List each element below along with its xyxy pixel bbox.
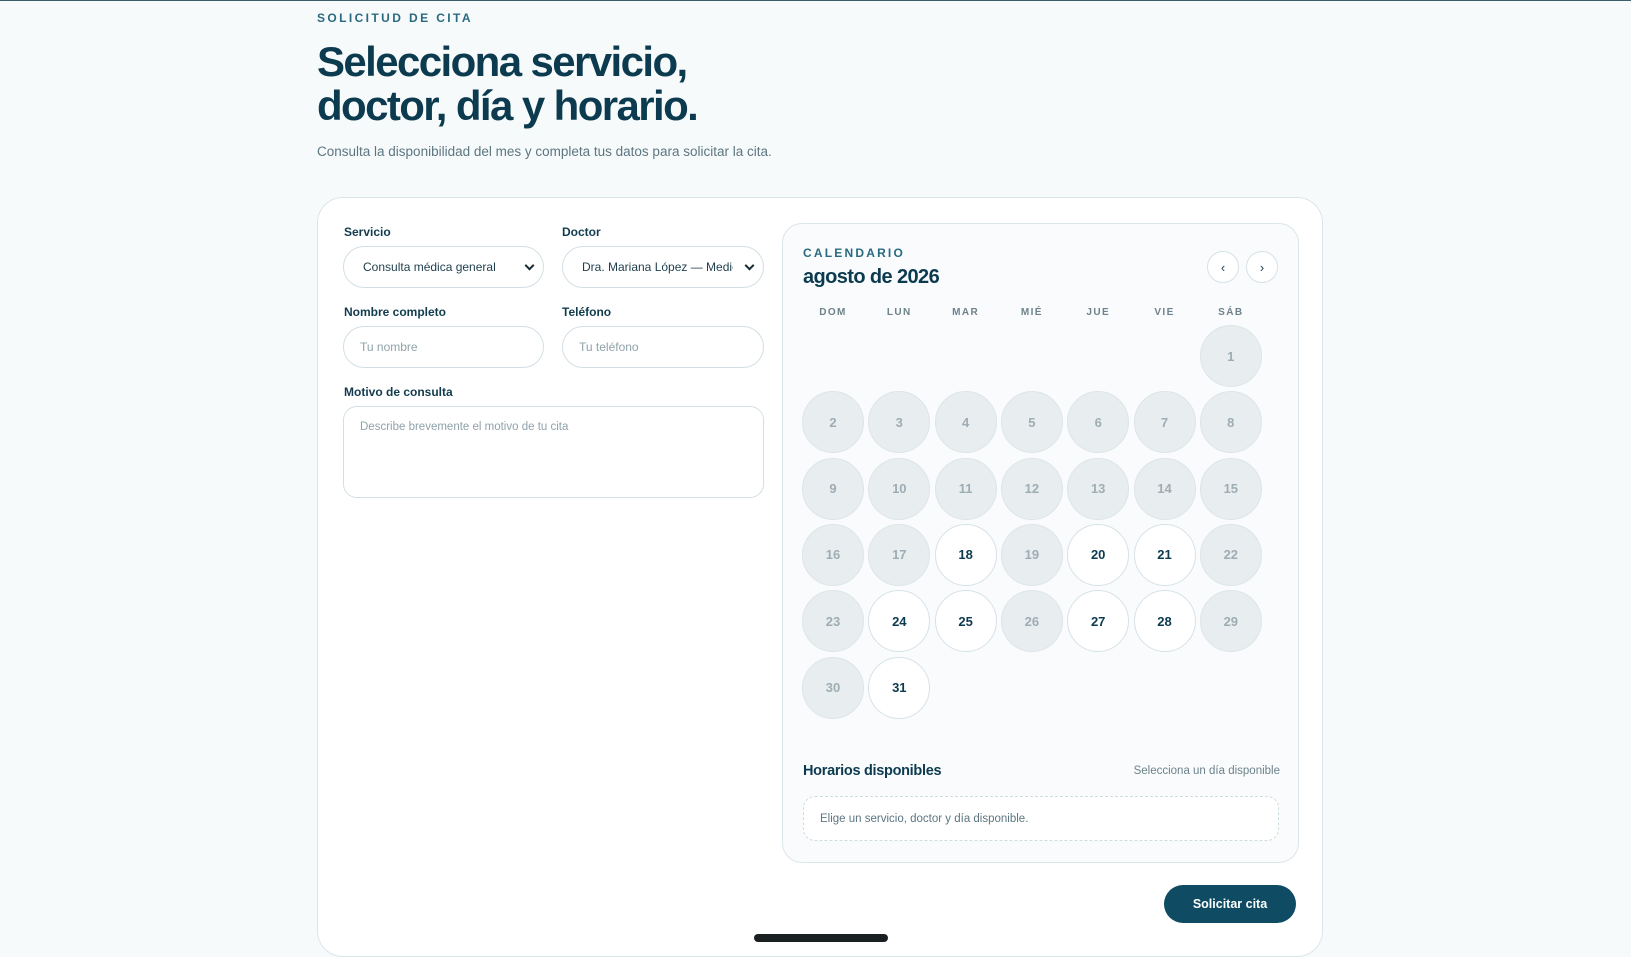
weekday-jue: JUE (1086, 307, 1111, 318)
calendar-day-unavailable: 6 (1067, 391, 1130, 454)
calendar-day-unavailable: 12 (1000, 457, 1063, 520)
chevron-down-icon (744, 260, 755, 271)
appointment-card: Servicio Consulta médica general Doctor … (317, 197, 1323, 957)
reason-textarea[interactable]: Describe brevemente el motivo de tu cita (343, 406, 764, 498)
page-subtitle: Consulta la disponibilidad del mes y com… (317, 144, 772, 159)
weekday-sáb: SÁB (1218, 307, 1244, 318)
calendar-day-unavailable: 4 (934, 391, 997, 454)
bottom-floating-bar (754, 934, 888, 942)
service-select[interactable]: Consulta médica general (343, 246, 544, 288)
slots-empty-box: Elige un servicio, doctor y día disponib… (803, 796, 1279, 841)
calendar-day-available[interactable]: 28 (1133, 590, 1196, 653)
calendar-day-unavailable: 19 (1000, 523, 1063, 586)
calendar-day-unavailable: 17 (868, 523, 931, 586)
calendar-day-unavailable: 16 (802, 523, 864, 586)
calendar-day-unavailable: 8 (1199, 391, 1262, 454)
page-title: Selecciona servicio, doctor, día y horar… (317, 40, 1017, 128)
calendar-day-unavailable: 14 (1133, 457, 1196, 520)
calendar-day-unavailable: 3 (868, 391, 931, 454)
calendar-day-unavailable: 9 (802, 457, 864, 520)
calendar-day-unavailable: 26 (1000, 590, 1063, 653)
slots-hint: Selecciona un día disponible (1133, 765, 1280, 777)
prev-month-button[interactable]: ‹ (1207, 251, 1239, 283)
calendar-day-available[interactable]: 31 (868, 656, 931, 719)
phone-input[interactable]: Tu teléfono (562, 326, 764, 368)
phone-label: Teléfono (562, 305, 612, 319)
slots-title: Horarios disponibles (803, 763, 942, 779)
calendar-day-unavailable: 30 (802, 656, 864, 719)
calendar-panel: CALENDARIO agosto de 2026 ‹ › DOM LUN MAR M… (782, 223, 1299, 863)
chevron-right-icon: › (1259, 259, 1265, 275)
calendar-day-available[interactable]: 25 (934, 590, 997, 653)
title-line-1: Selecciona servicio, (317, 38, 688, 85)
chevron-down-icon (524, 260, 535, 271)
calendar-day-unavailable: 2 (802, 391, 864, 454)
calendar-day-available[interactable]: 18 (934, 523, 997, 586)
calendar-day-unavailable: 13 (1067, 457, 1130, 520)
doctor-select[interactable]: Dra. Mariana López — Medicina General (562, 246, 764, 288)
weekday-dom: DOM (819, 307, 847, 318)
calendar-day-unavailable: 22 (1199, 523, 1262, 586)
service-label: Servicio (344, 225, 391, 239)
calendar-eyebrow: CALENDARIO (803, 246, 905, 260)
calendar-day-unavailable: 5 (1000, 391, 1063, 454)
calendar-day-unavailable: 23 (802, 590, 864, 653)
title-line-2: doctor, día y horario. (317, 82, 699, 129)
doctor-label: Doctor (562, 225, 601, 239)
slots-empty-message: Elige un servicio, doctor y día disponib… (820, 812, 1029, 825)
calendar-day-unavailable: 29 (1199, 590, 1262, 653)
top-border (0, 0, 1631, 1)
weekday-mié: MIÉ (1020, 307, 1043, 318)
weekday-vie: VIE (1154, 307, 1175, 318)
chevron-left-icon: ‹ (1220, 259, 1226, 275)
name-placeholder: Tu nombre (360, 340, 418, 354)
calendar-day-unavailable: 1 (1199, 325, 1262, 387)
calendar-day-available[interactable]: 20 (1067, 523, 1130, 586)
section-eyebrow: SOLICITUD DE CITA (317, 11, 473, 25)
phone-placeholder: Tu teléfono (579, 340, 639, 354)
service-selected-value: Consulta médica general (363, 260, 496, 274)
calendar-day-unavailable: 7 (1133, 391, 1196, 454)
submit-appointment-button[interactable]: Solicitar cita (1164, 885, 1296, 923)
calendar-day-unavailable: 10 (868, 457, 931, 520)
doctor-selected-value: Dra. Mariana López — Medicina General (582, 260, 733, 274)
calendar-day-available[interactable]: 27 (1067, 590, 1130, 653)
calendar-month-title: agosto de 2026 (803, 266, 940, 288)
reason-placeholder: Describe brevemente el motivo de tu cita (360, 421, 569, 433)
calendar-day-unavailable: 11 (934, 457, 997, 520)
reason-label: Motivo de consulta (344, 385, 453, 399)
weekday-mar: MAR (952, 307, 980, 318)
weekday-lun: LUN (886, 307, 912, 318)
calendar-day-unavailable: 15 (1199, 457, 1262, 520)
name-input[interactable]: Tu nombre (343, 326, 544, 368)
calendar-day-available[interactable]: 21 (1133, 523, 1196, 586)
name-label: Nombre completo (344, 305, 447, 319)
calendar-day-available[interactable]: 24 (868, 590, 931, 653)
next-month-button[interactable]: › (1246, 251, 1278, 283)
